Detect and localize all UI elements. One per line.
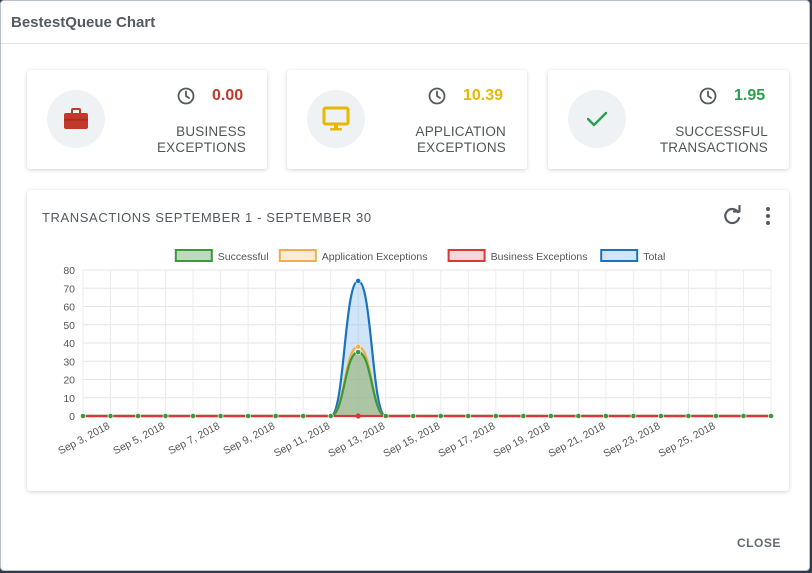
application-exceptions-card: 10.39 APPLICATION EXCEPTIONS — [287, 70, 527, 169]
total-area — [83, 280, 771, 416]
legend-label: Total — [643, 251, 665, 263]
successful-point — [245, 413, 252, 419]
successful-point — [300, 413, 307, 419]
x-tick-label: Sep 13, 2018 — [326, 420, 387, 460]
successful-point — [80, 413, 86, 419]
monitor-icon-circle — [307, 90, 365, 148]
label-line2: EXCEPTIONS — [416, 140, 506, 155]
successful-point — [602, 413, 609, 419]
successful-point — [162, 413, 169, 419]
successful-point — [740, 413, 747, 419]
business-exceptions-point — [355, 413, 361, 419]
total-point — [355, 278, 362, 284]
label-line2: EXCEPTIONS — [156, 140, 246, 155]
y-tick-label: 50 — [63, 320, 75, 332]
successful-point — [768, 413, 774, 419]
checkmark-icon-circle — [568, 90, 626, 148]
x-tick-label: Sep 23, 2018 — [602, 420, 663, 460]
y-tick-label: 60 — [63, 302, 75, 314]
y-tick-label: 70 — [63, 283, 75, 295]
legend-swatch — [447, 249, 486, 262]
transactions-chart-card: TRANSACTIONS SEPTEMBER 1 - SEPTEMBER 30 … — [27, 190, 789, 491]
successful-transactions-card: 1.95 SUCCESSFUL TRANSACTIONS — [548, 70, 789, 169]
legend-label: Successful — [218, 251, 269, 263]
legend-label: Application Exceptions — [322, 251, 428, 263]
x-tick-label: Sep 17, 2018 — [436, 420, 497, 460]
successful-point — [135, 413, 141, 419]
close-button[interactable]: CLOSE — [729, 532, 789, 554]
label-line1: BUSINESS — [176, 124, 246, 139]
successful-transactions-value: 1.95 — [734, 87, 766, 104]
dialog-title: BestestQueue Chart — [11, 14, 156, 31]
successful-point — [382, 413, 389, 419]
clock-icon — [699, 87, 717, 105]
x-tick-label: Sep 11, 2018 — [272, 420, 332, 460]
briefcase-icon — [64, 108, 88, 129]
x-tick-label: Sep 3, 2018 — [56, 420, 112, 457]
transactions-line-chart: 01020304050607080Sep 3, 2018 Sep 5, 2018 S… — [56, 249, 774, 460]
application-exceptions-area — [83, 346, 771, 416]
successful-point — [658, 413, 664, 419]
successful-point — [272, 413, 279, 419]
dialog-header: BestestQueue Chart — [1, 1, 809, 44]
y-tick-label: 10 — [63, 393, 75, 405]
successful-point — [575, 413, 582, 419]
successful-point — [492, 413, 499, 419]
legend-swatch — [278, 249, 317, 262]
x-tick-label: Sep 5, 2018 — [111, 420, 167, 457]
x-tick-label: Sep 15, 2018 — [381, 420, 442, 460]
application-exceptions-line — [83, 345, 771, 418]
briefcase-icon-circle — [47, 90, 105, 148]
successful-point — [547, 413, 554, 419]
application-exceptions-value: 10.39 — [463, 87, 504, 104]
successful-point — [107, 413, 114, 419]
business-exceptions-label: BUSINESS EXCEPTIONS — [157, 124, 246, 156]
y-tick-label: 0 — [69, 411, 75, 423]
x-tick-label: Sep 21, 2018 — [546, 420, 607, 460]
checkmark-icon — [586, 111, 608, 127]
monitor-icon — [322, 106, 350, 131]
legend-swatch — [600, 249, 639, 262]
successful-point — [327, 413, 334, 419]
label-line1: SUCCESSFUL — [675, 124, 768, 139]
successful-point — [410, 413, 417, 419]
y-tick-label: 20 — [63, 375, 75, 387]
x-tick-label: Sep 7, 2018 — [166, 420, 222, 457]
business-exceptions-card: 0.00 BUSINESS EXCEPTIONS — [27, 70, 267, 169]
application-exceptions-label: APPLICATION EXCEPTIONS — [416, 124, 506, 156]
label-line1: APPLICATION — [415, 124, 506, 139]
successful-transactions-label: SUCCESSFUL TRANSACTIONS — [660, 124, 768, 156]
total-line — [83, 279, 771, 418]
label-line2: TRANSACTIONS — [659, 140, 768, 155]
successful-point — [437, 413, 444, 419]
successful-point — [217, 413, 224, 419]
chart-dialog: BestestQueue Chart 0.00 BUSINESS EXCEPTI… — [0, 0, 810, 571]
successful-point — [520, 413, 527, 419]
clock-icon — [428, 87, 446, 105]
successful-point — [465, 413, 472, 419]
successful-point — [355, 349, 362, 356]
application-exceptions-point — [355, 343, 362, 350]
y-tick-label: 40 — [63, 338, 75, 350]
y-tick-label: 30 — [63, 356, 75, 368]
x-tick-label: Sep 9, 2018 — [221, 420, 277, 457]
successful-point — [630, 413, 637, 419]
successful-point — [685, 413, 692, 419]
y-tick-label: 80 — [63, 265, 75, 277]
successful-point — [713, 413, 719, 419]
successful-point — [190, 413, 196, 419]
legend-label: Business Exceptions — [491, 251, 588, 263]
x-tick-label: Sep 19, 2018 — [491, 420, 552, 460]
business-exceptions-value: 0.00 — [212, 87, 244, 104]
legend-swatch — [174, 249, 213, 262]
x-tick-label: Sep 25, 2018 — [657, 420, 718, 460]
clock-icon — [177, 87, 195, 105]
